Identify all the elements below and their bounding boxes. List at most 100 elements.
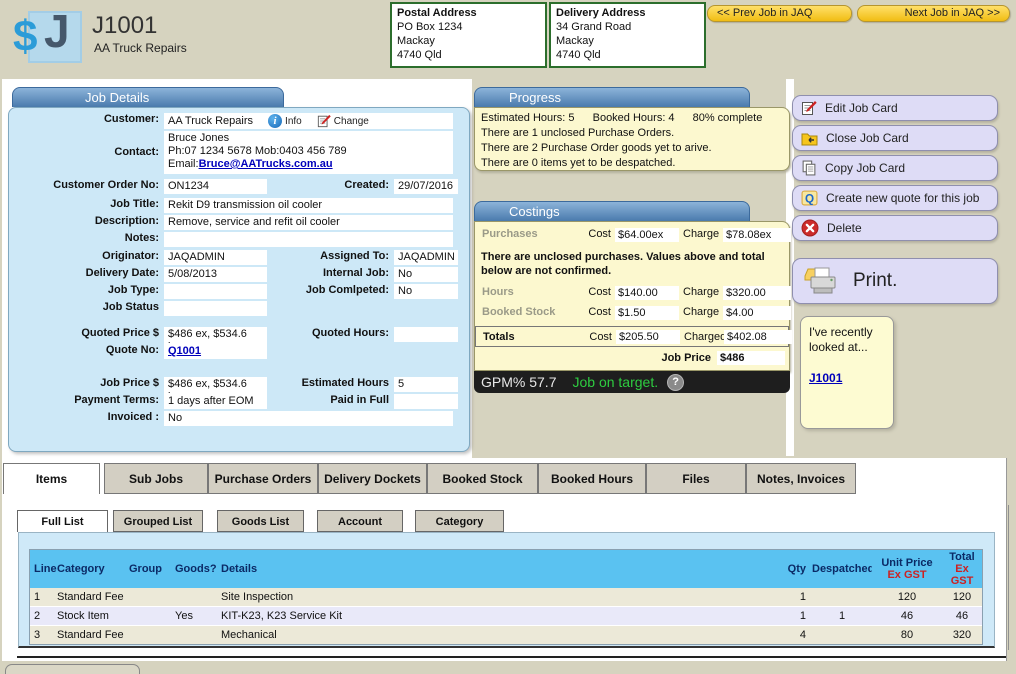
help-icon[interactable]: ? xyxy=(667,374,684,391)
job-price-total-label: Job Price xyxy=(661,352,711,364)
tab-booked-stock[interactable]: Booked Stock xyxy=(427,463,538,494)
charge-label: Charge xyxy=(683,286,719,298)
page-title-company: AA Truck Repairs xyxy=(94,41,187,55)
quote-no-link[interactable]: Q1001 xyxy=(168,345,201,357)
change-label: Change xyxy=(334,115,369,128)
change-pencil-icon xyxy=(317,114,331,128)
field-row-job-title: Job Title: Rekit D9 transmission oil coo… xyxy=(9,198,467,213)
tab-items[interactable]: Items xyxy=(3,463,100,494)
order-no-value: ON1234 xyxy=(164,179,267,194)
delete-button[interactable]: Delete xyxy=(792,215,998,241)
cost-label: Cost xyxy=(579,228,611,240)
subtab-goods-list[interactable]: Goods List xyxy=(217,510,304,532)
costings-row-totals: Totals Cost $205.50 Charged $402.08 xyxy=(475,326,789,347)
job-price-label: Job Price $ xyxy=(9,377,164,390)
delivery-address-box: Delivery Address 34 Grand Road Mackay 47… xyxy=(549,2,706,68)
job-details-panel-header: Job Details xyxy=(12,87,284,107)
contact-phone: Ph:07 1234 5678 Mob:0403 456 789 xyxy=(168,145,347,157)
delivery-date-value: 5/08/2013 xyxy=(164,267,267,282)
payment-terms-value: 1 days after EOM xyxy=(164,394,267,409)
description-value: Remove, service and refit oil cooler xyxy=(164,215,453,230)
info-icon: i xyxy=(268,114,282,128)
quote-q-icon: Q xyxy=(801,190,818,206)
field-row-job-status: Job Status xyxy=(9,301,467,316)
booked-stock-label: Booked Stock xyxy=(477,306,579,318)
printer-icon xyxy=(803,265,841,297)
delivery-address-title: Delivery Address xyxy=(556,6,699,20)
order-no-label: Customer Order No: xyxy=(9,179,164,192)
cell-goods xyxy=(175,588,221,606)
create-quote-button[interactable]: Q Create new quote for this job xyxy=(792,185,998,211)
delivery-date-label: Delivery Date: xyxy=(9,267,164,280)
recently-viewed-note: I've recently looked at... J1001 xyxy=(800,316,894,429)
cell-qty: 4 xyxy=(762,626,812,644)
cell-total: 320 xyxy=(942,626,982,644)
header-total-line2: Ex xyxy=(955,563,968,575)
customer-info-button[interactable]: i Info xyxy=(268,114,302,128)
recent-job-link[interactable]: J1001 xyxy=(809,371,842,386)
customer-label: Customer: xyxy=(9,113,164,126)
tab-booked-hours[interactable]: Booked Hours xyxy=(538,463,646,494)
items-table: Line Category Group Goods? Details Qty D… xyxy=(29,549,983,645)
logo-dollar-glyph: $ xyxy=(13,14,37,60)
header-details: Details xyxy=(221,563,762,575)
items-list-panel: Line Category Group Goods? Details Qty D… xyxy=(18,532,995,648)
tab-sub-jobs[interactable]: Sub Jobs xyxy=(104,463,208,494)
next-job-button[interactable]: Next Job in JAQ >> xyxy=(857,5,1010,22)
cost-label: Cost xyxy=(579,306,611,318)
bottom-partial-panel xyxy=(5,664,140,674)
job-completed-value: No xyxy=(394,284,458,299)
subtab-account-summary[interactable]: Account Summary xyxy=(317,510,403,532)
contact-email-prefix: Email: xyxy=(168,158,199,170)
progress-booked-hours: Booked Hours: 4 xyxy=(593,112,675,124)
cell-goods xyxy=(175,626,221,644)
created-value: 29/07/2016 xyxy=(394,179,458,194)
progress-line: There are 0 items yet to be despatched. xyxy=(481,156,783,171)
tab-files[interactable]: Files xyxy=(646,463,746,494)
tab-delivery-dockets[interactable]: Delivery Dockets xyxy=(318,463,427,494)
assigned-to-value: JAQADMIN xyxy=(394,250,458,265)
field-row-quote-no: Quote No: Q1001 xyxy=(9,344,467,359)
table-row[interactable]: 2 Stock Item Yes KIT-K23, K23 Service Ki… xyxy=(30,606,982,625)
recently-viewed-text: I've recently looked at... xyxy=(809,325,873,354)
edit-job-card-label: Edit Job Card xyxy=(825,101,898,115)
customer-change-button[interactable]: Change xyxy=(317,114,369,128)
contact-email-link[interactable]: Bruce@AATrucks.com.au xyxy=(199,158,333,170)
prev-job-button[interactable]: << Prev Job in JAQ xyxy=(707,5,852,22)
originator-label: Originator: xyxy=(9,250,164,263)
notes-value xyxy=(164,232,453,247)
cell-total: 46 xyxy=(942,607,982,625)
header-qty: Qty xyxy=(762,563,812,575)
cell-details: Site Inspection xyxy=(221,588,762,606)
subtab-full-list[interactable]: Full List xyxy=(17,510,108,532)
table-row[interactable]: 1 Standard Fee Site Inspection 1 120 120 xyxy=(30,588,982,606)
header-line: Line xyxy=(30,563,57,575)
field-row-delivery-date: Delivery Date: 5/08/2013 Internal Job: N… xyxy=(9,267,467,282)
tab-purchase-orders[interactable]: Purchase Orders xyxy=(208,463,318,494)
subtab-category-summary[interactable]: Category Summary xyxy=(415,510,504,532)
edit-pencil-icon xyxy=(801,100,817,116)
tab-notes-invoices[interactable]: Notes, Invoices xyxy=(746,463,856,494)
subtab-grouped-list[interactable]: Grouped List xyxy=(113,510,203,532)
print-button[interactable]: Print. xyxy=(792,258,998,304)
copy-job-card-button[interactable]: Copy Job Card xyxy=(792,155,998,181)
table-row[interactable]: 3 Standard Fee Mechanical 4 80 320 xyxy=(30,625,982,644)
header-unit-price: Unit Price Ex GST xyxy=(872,557,942,581)
close-job-card-button[interactable]: Close Job Card xyxy=(792,125,998,151)
quoted-hours-value xyxy=(394,327,458,342)
quoted-hours-label: Quoted Hours: xyxy=(267,327,394,340)
edit-job-card-button[interactable]: Edit Job Card xyxy=(792,95,998,121)
cell-category: Stock Item xyxy=(57,607,129,625)
postal-address-line: PO Box 1234 xyxy=(397,21,462,33)
progress-line: There are 2 Purchase Order goods yet to … xyxy=(481,141,783,156)
svg-text:Q: Q xyxy=(805,192,814,205)
quote-no-label: Quote No: xyxy=(9,344,164,357)
cell-details: Mechanical xyxy=(221,626,762,644)
header-unit-price-line1: Unit Price xyxy=(881,557,932,569)
cell-despatched xyxy=(812,588,872,606)
field-row-contact: Contact: Bruce Jones Ph:07 1234 5678 Mob… xyxy=(9,131,467,174)
cell-unit-price: 46 xyxy=(872,607,942,625)
jaq-job-card-page: $ J J1001 AA Truck Repairs Postal Addres… xyxy=(0,0,1016,674)
copy-pages-icon xyxy=(801,160,817,176)
cell-despatched: 1 xyxy=(812,607,872,625)
